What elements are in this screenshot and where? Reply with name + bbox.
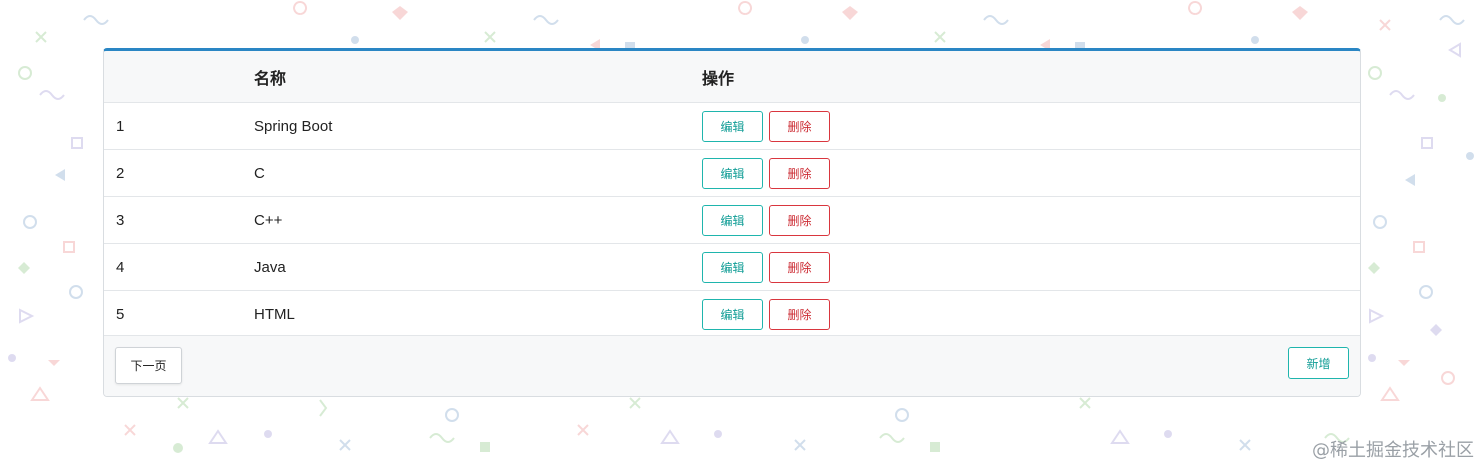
row-actions: 编辑 删除 xyxy=(702,204,830,236)
header-actions: 操作 xyxy=(702,70,735,88)
delete-button[interactable]: 删除 xyxy=(769,204,830,236)
edit-button[interactable]: 编辑 xyxy=(702,298,763,330)
table-row: 4 Java 编辑 删除 xyxy=(104,244,1360,291)
next-page-button[interactable]: 下一页 xyxy=(115,347,182,384)
row-name: HTML xyxy=(254,305,295,323)
table-row: 1 Spring Boot 编辑 删除 xyxy=(104,103,1360,150)
delete-button[interactable]: 删除 xyxy=(769,110,830,142)
edit-button[interactable]: 编辑 xyxy=(702,110,763,142)
row-id: 2 xyxy=(116,164,125,182)
row-id: 1 xyxy=(116,117,125,135)
row-actions: 编辑 删除 xyxy=(702,157,830,189)
delete-button[interactable]: 删除 xyxy=(769,298,830,330)
row-id: 4 xyxy=(116,258,125,276)
row-actions: 编辑 删除 xyxy=(702,251,830,283)
edit-button[interactable]: 编辑 xyxy=(702,204,763,236)
watermark: @稀土掘金技术社区 xyxy=(1312,440,1474,461)
delete-button[interactable]: 删除 xyxy=(769,251,830,283)
table-header: 名称 操作 xyxy=(104,51,1360,103)
table-footer: 下一页 新增 xyxy=(104,335,1360,396)
row-name: Spring Boot xyxy=(254,117,333,135)
edit-button[interactable]: 编辑 xyxy=(702,157,763,189)
row-id: 3 xyxy=(116,211,125,229)
row-name: Java xyxy=(254,258,286,276)
add-button[interactable]: 新增 xyxy=(1288,347,1349,379)
row-actions: 编辑 删除 xyxy=(702,110,830,142)
table-row: 3 C++ 编辑 删除 xyxy=(104,197,1360,244)
table-row: 5 HTML 编辑 删除 xyxy=(104,291,1360,338)
row-name: C++ xyxy=(254,211,283,229)
table-row: 2 C 编辑 删除 xyxy=(104,150,1360,197)
table-card: 名称 操作 1 Spring Boot 编辑 删除 2 C 编辑 删除 3 C+… xyxy=(103,48,1361,397)
row-actions: 编辑 删除 xyxy=(702,298,830,330)
row-name: C xyxy=(254,164,265,182)
edit-button[interactable]: 编辑 xyxy=(702,251,763,283)
header-name: 名称 xyxy=(254,70,287,88)
row-id: 5 xyxy=(116,305,125,323)
delete-button[interactable]: 删除 xyxy=(769,157,830,189)
